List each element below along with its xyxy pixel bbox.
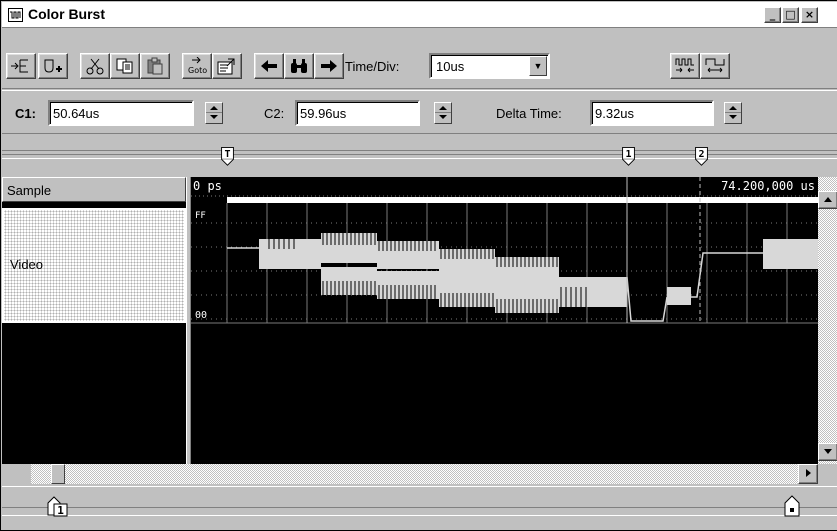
y-top-label: FF bbox=[195, 211, 206, 221]
timediv-value: 10us bbox=[436, 59, 465, 74]
cursor-1-marker[interactable]: 1 bbox=[621, 147, 636, 167]
paste-button[interactable] bbox=[140, 53, 170, 79]
search-next-button[interactable] bbox=[314, 53, 344, 79]
window-title: Color Burst bbox=[28, 6, 105, 22]
channel-panel: Sample Video bbox=[2, 177, 186, 464]
close-button[interactable]: × bbox=[801, 7, 818, 23]
horizontal-scroll-thumb[interactable] bbox=[51, 464, 65, 484]
c2-label: C2: bbox=[264, 106, 285, 121]
trigger-marker-label: T bbox=[224, 149, 230, 160]
delta-spinner[interactable] bbox=[724, 102, 742, 124]
scroll-right-button[interactable] bbox=[798, 464, 818, 484]
spin-up-icon[interactable] bbox=[439, 106, 447, 110]
waveform-app-icon bbox=[8, 8, 23, 22]
properties-button[interactable] bbox=[212, 53, 242, 79]
c2-spinner[interactable] bbox=[434, 102, 452, 124]
insert-signal-button[interactable] bbox=[6, 53, 36, 79]
cursor-2-marker[interactable]: 2 bbox=[694, 147, 709, 167]
maximize-button[interactable]: □ bbox=[782, 7, 799, 23]
overview-window-marker[interactable]: 1 bbox=[46, 495, 70, 517]
add-signal-button[interactable] bbox=[38, 53, 68, 79]
c1-field[interactable]: 50.64us bbox=[48, 100, 194, 126]
visible-range-bar bbox=[227, 197, 818, 203]
c1-label: C1: bbox=[15, 106, 36, 121]
cursor-1-marker-label: 1 bbox=[625, 149, 631, 160]
horizontal-scrollbar[interactable] bbox=[31, 464, 818, 484]
timediv-select[interactable]: 10us ▼ bbox=[429, 53, 550, 79]
color-burst-window: Color Burst _ □ × Goto Time/Div: 10us ▼ … bbox=[0, 0, 837, 531]
video-trace bbox=[227, 233, 818, 322]
arrow-right-icon bbox=[806, 469, 811, 477]
minimize-button[interactable]: _ bbox=[764, 7, 781, 23]
spin-up-icon[interactable] bbox=[729, 106, 737, 110]
spin-down-icon[interactable] bbox=[439, 115, 447, 119]
zoom-in-button[interactable] bbox=[670, 53, 700, 79]
c1-value: 50.64us bbox=[53, 106, 100, 121]
overview-end-marker[interactable] bbox=[783, 495, 801, 517]
ruler-track bbox=[2, 150, 837, 159]
delta-time-label: Delta Time: bbox=[496, 106, 562, 121]
overview-ruler[interactable]: 1 bbox=[2, 486, 837, 530]
delta-time-value: 9.32us bbox=[595, 106, 635, 121]
y-bottom-label: 00 bbox=[195, 310, 207, 321]
overview-marker-label: 1 bbox=[57, 504, 64, 517]
goto-button[interactable]: Goto bbox=[182, 53, 212, 79]
arrow-up-icon bbox=[824, 197, 832, 202]
waveform-canvas[interactable]: 0 ps 74.200,000 us FF 00 bbox=[191, 177, 818, 464]
end-time-label: 74.200,000 us bbox=[721, 179, 815, 193]
title-bar[interactable]: Color Burst _ □ × bbox=[2, 2, 837, 28]
arrow-down-icon bbox=[824, 449, 832, 454]
overview-track bbox=[2, 507, 837, 516]
video-channel-label[interactable]: Video bbox=[2, 208, 186, 323]
marker-ruler[interactable]: T 1 2 bbox=[2, 136, 837, 176]
timediv-label: Time/Div: bbox=[345, 59, 400, 74]
toolbar: Goto Time/Div: 10us ▼ bbox=[2, 29, 837, 89]
sample-header[interactable]: Sample bbox=[2, 177, 186, 202]
scroll-down-button[interactable] bbox=[818, 443, 837, 461]
goto-icon-label: Goto bbox=[188, 66, 207, 75]
trigger-marker[interactable]: T bbox=[220, 147, 235, 167]
delta-time-field[interactable]: 9.32us bbox=[590, 100, 714, 126]
cursor-bar: C1: 50.64us C2: 59.96us Delta Time: 9.32… bbox=[2, 90, 837, 134]
cursor-2-marker-label: 2 bbox=[698, 149, 704, 160]
start-time-label: 0 ps bbox=[193, 179, 222, 193]
spin-up-icon[interactable] bbox=[210, 106, 218, 110]
c1-spinner[interactable] bbox=[205, 102, 223, 124]
c2-value: 59.96us bbox=[300, 106, 347, 121]
find-button[interactable] bbox=[284, 53, 314, 79]
scroll-up-button[interactable] bbox=[818, 191, 837, 209]
search-previous-button[interactable] bbox=[254, 53, 284, 79]
spin-down-icon[interactable] bbox=[210, 115, 218, 119]
vertical-scrollbar[interactable] bbox=[818, 177, 837, 464]
copy-button[interactable] bbox=[110, 53, 140, 79]
waveform-view[interactable]: 0 ps 74.200,000 us FF 00 bbox=[191, 177, 818, 464]
cut-button[interactable] bbox=[80, 53, 110, 79]
spin-down-icon[interactable] bbox=[729, 115, 737, 119]
dropdown-arrow-icon[interactable]: ▼ bbox=[529, 56, 547, 76]
c2-field[interactable]: 59.96us bbox=[295, 100, 420, 126]
zoom-out-button[interactable] bbox=[700, 53, 730, 79]
video-channel-name: Video bbox=[10, 257, 44, 272]
